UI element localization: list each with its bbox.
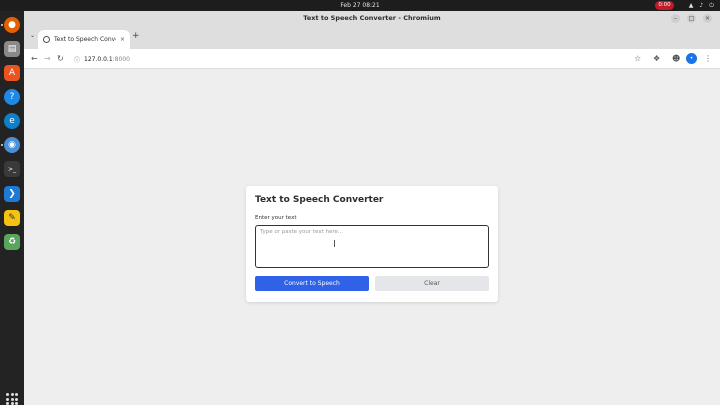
tab-text-to-speech[interactable]: Text to Speech Conver × (38, 30, 130, 49)
volume-icon: ♪ (699, 2, 704, 9)
firefox-icon: ● (8, 20, 16, 30)
app-center-icon: A (8, 68, 16, 78)
extensions-icon[interactable]: ❖ (653, 54, 660, 63)
dock-notes[interactable]: ✎ (4, 210, 20, 226)
chromium-icon: ◉ (8, 140, 16, 150)
tab-title: Text to Speech Conver (54, 36, 116, 43)
convert-to-speech-button[interactable]: Convert to Speech (255, 276, 369, 291)
edge-icon: e (9, 116, 15, 126)
system-clock[interactable]: Feb 27 08:21 (0, 2, 720, 9)
browser-menu-icon[interactable]: ⋮ (704, 54, 712, 63)
window-titlebar[interactable]: Text to Speech Converter - Chromium – □ … (24, 11, 720, 26)
reload-button[interactable]: ↻ (57, 54, 64, 63)
tab-close-icon[interactable]: × (120, 36, 125, 43)
tts-card: Text to Speech Converter Enter your text… (246, 186, 498, 302)
back-button[interactable]: ← (31, 54, 38, 63)
terminal-icon: >_ (7, 165, 17, 173)
dock-app-center[interactable]: A (4, 65, 20, 81)
system-top-bar: Feb 27 08:21 0:00 ▲ ♪ ⏻ (0, 0, 720, 11)
dock-firefox[interactable]: ● (4, 17, 20, 33)
help-icon: ? (9, 92, 15, 102)
dock-trash[interactable]: ♻ (4, 234, 20, 250)
dock-files[interactable]: ▤ (4, 41, 20, 57)
site-info-icon[interactable]: ⓘ (74, 55, 80, 64)
dock-chromium[interactable]: ◉ (4, 137, 20, 153)
network-icon: ▲ (688, 2, 694, 9)
address-url: 127.0.0.1:8000 (84, 55, 130, 63)
close-window-button[interactable]: × (703, 14, 712, 23)
trash-icon: ♻ (7, 237, 17, 247)
dock-edge[interactable]: e (4, 113, 20, 129)
browser-toolbar: ← → ↻ ⓘ 127.0.0.1:8000 ☆ ❖ ☻ • ⋮ (24, 49, 720, 69)
maximize-button[interactable]: □ (687, 14, 696, 23)
system-tray[interactable]: ▲ ♪ ⏻ (689, 2, 714, 10)
text-input-label: Enter your text (255, 215, 297, 221)
screen-recording-badge[interactable]: 0:00 (655, 1, 674, 10)
dock-help[interactable]: ? (4, 89, 20, 105)
bookmark-star-icon[interactable]: ☆ (634, 54, 641, 63)
address-bar[interactable]: ⓘ 127.0.0.1:8000 (70, 52, 628, 66)
profile-avatar[interactable]: • (686, 53, 697, 64)
dock-vscode[interactable]: ❯ (4, 186, 20, 202)
notes-icon: ✎ (8, 213, 16, 223)
ubuntu-dock: ● ▤ A ? e ◉ >_ ❯ ✎ ♻ (0, 11, 24, 405)
dock-terminal[interactable]: >_ (4, 161, 20, 177)
tab-strip: ⌄ Text to Speech Conver × + (24, 26, 720, 49)
text-cursor-icon (334, 240, 335, 247)
tab-search-icon[interactable]: ⌄ (30, 32, 35, 39)
power-icon: ⏻ (709, 2, 714, 9)
page-viewport: Text to Speech Converter Enter your text… (24, 69, 720, 405)
minimize-button[interactable]: – (671, 14, 680, 23)
page-title: Text to Speech Converter (255, 195, 384, 205)
profile-person-icon[interactable]: ☻ (672, 54, 680, 63)
files-icon: ▤ (7, 44, 17, 54)
forward-button[interactable]: → (44, 54, 51, 63)
new-tab-button[interactable]: + (132, 32, 140, 41)
vscode-icon: ❯ (8, 189, 16, 199)
globe-icon (43, 36, 50, 43)
text-input[interactable] (255, 225, 489, 268)
show-apps-button[interactable] (6, 393, 18, 405)
clear-button[interactable]: Clear (375, 276, 489, 291)
chromium-window: Text to Speech Converter - Chromium – □ … (24, 11, 720, 405)
window-title: Text to Speech Converter - Chromium (303, 14, 441, 22)
